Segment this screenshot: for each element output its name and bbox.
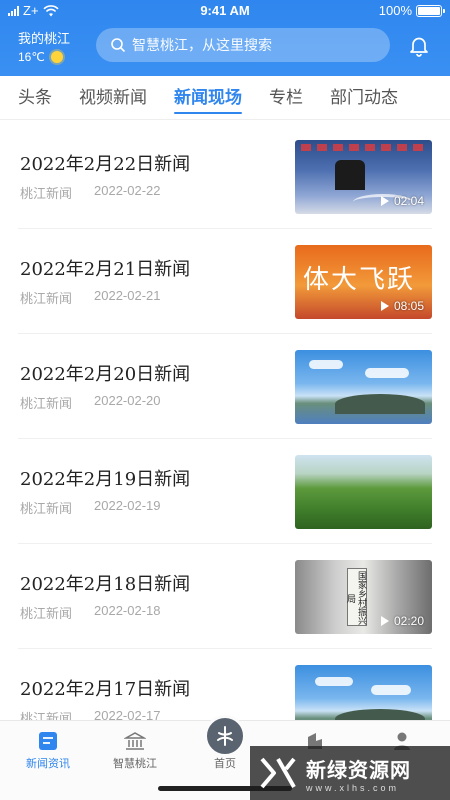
news-item[interactable]: 2022年2月19日新闻 桃江新闻 2022-02-19 xyxy=(18,439,432,544)
search-icon xyxy=(111,38,126,53)
status-bar: Z+ 9:41 AM 100% xyxy=(0,0,450,22)
play-icon xyxy=(380,616,389,626)
tab-headlines[interactable]: 头条 xyxy=(18,76,52,120)
status-right: 100% xyxy=(378,3,445,18)
home-logo-icon[interactable] xyxy=(204,715,246,757)
tabbar-smart-taojiang[interactable]: 智慧桃江 xyxy=(100,731,170,771)
news-date: 2022-02-21 xyxy=(94,288,161,303)
flags-decor xyxy=(301,144,427,160)
news-thumbnail[interactable] xyxy=(295,455,432,529)
tabbar-news[interactable]: 新闻资讯 xyxy=(13,731,83,771)
news-list: 2022年2月22日新闻 桃江新闻 2022-02-22 02:04 2022年… xyxy=(0,124,450,720)
tabbar-news-label: 新闻资讯 xyxy=(26,758,70,770)
watermark-logo-icon xyxy=(260,757,296,789)
news-thumbnail[interactable]: 02:04 xyxy=(295,140,432,214)
building-icon xyxy=(124,732,146,750)
cloud-decor xyxy=(371,685,411,695)
tab-department-news[interactable]: 部门动态 xyxy=(330,76,398,120)
news-title: 2022年2月18日新闻 xyxy=(20,574,191,595)
news-meta: 桃江新闻 2022-02-19 xyxy=(20,498,161,517)
tabbar-smart-label: 智慧桃江 xyxy=(113,758,157,770)
news-thumbnail[interactable] xyxy=(295,665,432,720)
news-date: 2022-02-22 xyxy=(94,183,161,198)
news-icon xyxy=(39,732,57,750)
watermark-subtitle: www.xlhs.com xyxy=(306,782,400,793)
category-tabs: 头条 视频新闻 新闻现场 专栏 部门动态 xyxy=(0,76,450,120)
thumbnail-sign: 国家乡村振兴局 xyxy=(345,568,367,626)
video-duration: 08:05 xyxy=(380,299,424,313)
play-icon xyxy=(380,301,389,311)
news-thumbnail[interactable]: 国家乡村振兴局 02:20 xyxy=(295,560,432,634)
cloud-decor xyxy=(315,677,353,686)
news-title: 2022年2月22日新闻 xyxy=(20,154,191,175)
news-title: 2022年2月20日新闻 xyxy=(20,364,191,385)
video-duration: 02:04 xyxy=(380,194,424,208)
news-item[interactable]: 2022年2月20日新闻 桃江新闻 2022-02-20 xyxy=(18,334,432,439)
video-duration: 02:20 xyxy=(380,614,424,628)
watermark: 新绿资源网 www.xlhs.com xyxy=(250,746,450,800)
news-source: 桃江新闻 xyxy=(20,711,73,720)
cloud-decor xyxy=(309,360,343,369)
news-thumbnail[interactable]: 体大飞跃 08:05 xyxy=(295,245,432,319)
news-date: 2022-02-17 xyxy=(94,708,161,720)
tab-news-scene[interactable]: 新闻现场 xyxy=(174,76,242,120)
news-source: 桃江新闻 xyxy=(20,606,73,621)
hill-decor xyxy=(335,709,425,720)
tab-columns[interactable]: 专栏 xyxy=(269,76,303,120)
sun-icon xyxy=(50,51,63,63)
app-header: Z+ 9:41 AM 100% 我的桃江 16℃ 智慧桃江，从这里搜索 xyxy=(0,0,450,76)
battery-icon xyxy=(416,4,445,17)
news-thumbnail[interactable] xyxy=(295,350,432,424)
news-item[interactable]: 2022年2月22日新闻 桃江新闻 2022-02-22 02:04 xyxy=(18,124,432,229)
hill-decor xyxy=(335,394,425,414)
news-source: 桃江新闻 xyxy=(20,291,73,306)
news-date: 2022-02-19 xyxy=(94,498,161,513)
search-bar[interactable]: 智慧桃江，从这里搜索 xyxy=(96,28,390,62)
news-source: 桃江新闻 xyxy=(20,396,73,411)
news-item[interactable]: 2022年2月17日新闻 桃江新闻 2022-02-17 xyxy=(18,649,432,720)
news-item[interactable]: 2022年2月21日新闻 桃江新闻 2022-02-21 体大飞跃 08:05 xyxy=(18,229,432,334)
news-source: 桃江新闻 xyxy=(20,186,73,201)
play-icon xyxy=(380,196,389,206)
news-item[interactable]: 2022年2月18日新闻 桃江新闻 2022-02-18 国家乡村振兴局 02:… xyxy=(18,544,432,649)
news-date: 2022-02-20 xyxy=(94,393,161,408)
news-meta: 桃江新闻 2022-02-20 xyxy=(20,393,161,412)
location-name: 我的桃江 xyxy=(18,31,71,46)
news-title: 2022年2月17日新闻 xyxy=(20,679,191,700)
temperature-row: 16℃ xyxy=(18,50,88,64)
search-placeholder: 智慧桃江，从这里搜索 xyxy=(132,37,272,53)
news-title: 2022年2月21日新闻 xyxy=(20,259,191,280)
tab-video-news[interactable]: 视频新闻 xyxy=(79,76,147,120)
battery-percent: 100% xyxy=(378,3,412,18)
news-title: 2022年2月19日新闻 xyxy=(20,469,191,490)
thumbnail-calligraphy: 体大飞跃 xyxy=(303,265,416,295)
news-date: 2022-02-18 xyxy=(94,603,161,618)
news-meta: 桃江新闻 2022-02-22 xyxy=(20,183,161,202)
news-meta: 桃江新闻 2022-02-21 xyxy=(20,288,161,307)
news-meta: 桃江新闻 2022-02-17 xyxy=(20,708,161,720)
news-source: 桃江新闻 xyxy=(20,501,73,516)
cloud-decor xyxy=(365,368,409,378)
watermark-text: 新绿资源网 www.xlhs.com xyxy=(306,754,411,793)
news-meta: 桃江新闻 2022-02-18 xyxy=(20,603,161,622)
location-weather[interactable]: 我的桃江 16℃ xyxy=(18,28,88,64)
home-logo-mark xyxy=(217,726,233,746)
temperature-value: 16℃ xyxy=(18,50,45,64)
podium-figure xyxy=(335,160,365,190)
watermark-title: 新绿资源网 xyxy=(306,759,411,782)
bell-icon[interactable] xyxy=(408,35,430,57)
